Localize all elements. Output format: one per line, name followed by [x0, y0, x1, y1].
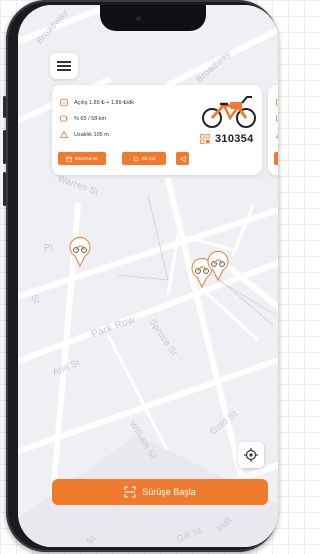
reserve-button[interactable]: Rezerve Et: [58, 152, 106, 165]
ticket-icon: [276, 99, 278, 106]
pricing-text: Açılış 1.89 ₺ + 1.89 ₺/dk: [74, 99, 135, 106]
battery-icon: [276, 115, 278, 122]
ring-bell-button[interactable]: Zili Çal: [122, 152, 166, 165]
hamburger-menu-icon: [57, 61, 71, 63]
bike-code-number: 310354: [215, 133, 254, 145]
bike-code: 310354: [200, 133, 254, 145]
bell-icon: [133, 156, 138, 162]
calendar-icon: [66, 156, 73, 162]
volume-up-button: [3, 130, 6, 164]
start-ride-label: Sürüşe Başla: [142, 487, 196, 497]
ticket-icon: [60, 99, 68, 106]
my-location-button[interactable]: [238, 442, 264, 468]
street-label: Pl: [43, 241, 54, 253]
bike-pin[interactable]: [69, 237, 91, 267]
menu-button[interactable]: [50, 53, 78, 79]
distance-row: Uzaklık 105 m: [60, 131, 109, 138]
battery-row: % 65 / 58 km: [60, 115, 106, 122]
ring-bell-label: Zili Çal: [141, 156, 156, 161]
battery-icon: [60, 115, 68, 122]
distance-text: Uzaklık 105 m: [74, 131, 109, 138]
next-bike-card[interactable]: [268, 85, 278, 175]
phone-frame: Broadway Broadway Warren St Pl St Park R…: [3, 0, 278, 552]
start-ride-button[interactable]: Sürüşe Başla: [52, 479, 268, 505]
pricing-row: Açılış 1.89 ₺ + 1.89 ₺/dk: [60, 99, 134, 106]
distance-icon: [276, 134, 278, 138]
share-button[interactable]: [176, 152, 189, 165]
reserve-label: Rezerve Et: [75, 156, 98, 161]
reserve-button[interactable]: [274, 152, 278, 165]
bike-info-card[interactable]: Açılış 1.89 ₺ + 1.89 ₺/dk % 65 / 58 km U…: [52, 85, 262, 175]
qr-icon: [200, 134, 210, 144]
volume-down-button: [3, 172, 6, 206]
mute-switch: [3, 96, 6, 118]
bike-pin[interactable]: [207, 251, 229, 281]
scan-icon: [124, 486, 136, 498]
bike-image: [202, 96, 256, 128]
app-screen: Broadway Broadway Warren St Pl St Park R…: [18, 5, 278, 547]
notch: [100, 5, 206, 31]
distance-icon: [60, 131, 68, 138]
battery-text: % 65 / 58 km: [74, 115, 107, 122]
send-icon: [179, 155, 186, 162]
crosshair-icon: [244, 448, 258, 462]
